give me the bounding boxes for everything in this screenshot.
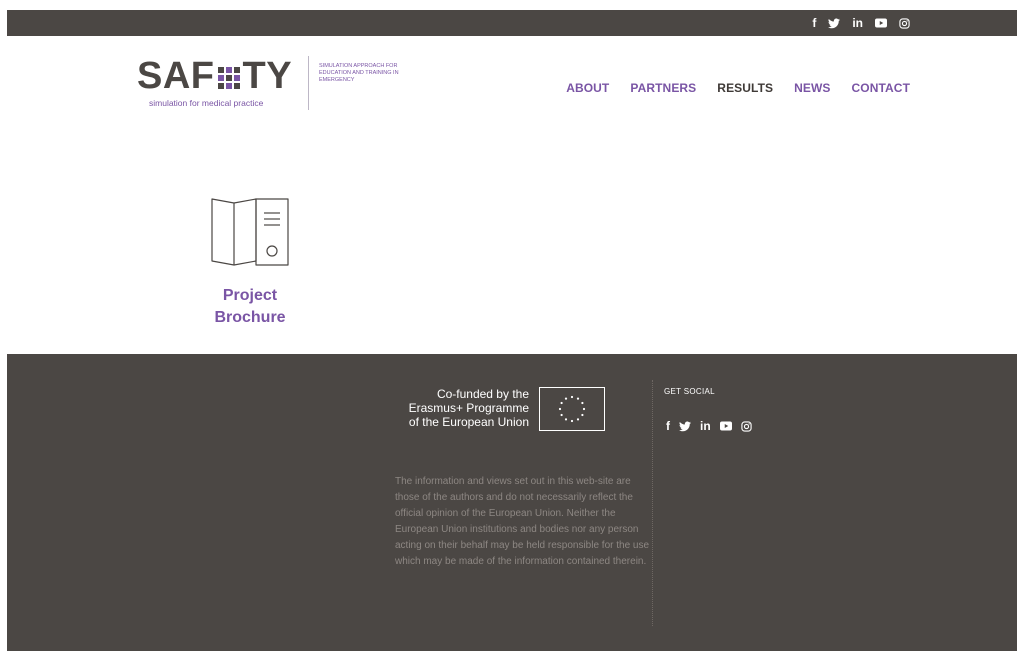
cofund-line2: Erasmus+ Programme <box>408 401 529 415</box>
logo-letters-right: TY <box>242 55 293 97</box>
logo-wordmark: SAF TY <box>137 55 293 97</box>
logo[interactable]: SAF TY simulation for medical practice <box>137 55 317 114</box>
nav-contact[interactable]: CONTACT <box>852 81 910 95</box>
cofund-line3: of the European Union <box>408 415 529 429</box>
nav-about[interactable]: ABOUT <box>566 81 609 95</box>
facebook-icon[interactable]: f <box>812 15 816 31</box>
project-brochure-link[interactable]: Project Brochure <box>180 195 320 329</box>
logo-grid-mark <box>217 67 240 89</box>
site-footer: Co-funded by the Erasmus+ Programme of t… <box>7 354 1017 651</box>
twitter-icon[interactable] <box>828 18 841 29</box>
logo-letters-left: SAF <box>137 55 215 97</box>
linkedin-icon[interactable]: in <box>700 418 711 434</box>
facebook-icon[interactable]: f <box>666 418 670 434</box>
nav-results[interactable]: RESULTS <box>717 81 773 95</box>
logo-subtitle: simulation for medical practice <box>149 98 264 108</box>
instagram-icon[interactable] <box>899 17 910 29</box>
top-social-links: f in <box>812 15 910 31</box>
footer-divider <box>652 380 653 626</box>
youtube-icon[interactable] <box>875 18 887 28</box>
site-header: SAF TY simulation for medical practice S… <box>7 36 1017 126</box>
brochure-icon <box>211 198 289 266</box>
linkedin-icon[interactable]: in <box>852 15 863 31</box>
instagram-icon[interactable] <box>741 420 752 432</box>
logo-divider <box>308 56 309 110</box>
cofunded-text: Co-funded by the Erasmus+ Programme of t… <box>394 387 529 429</box>
top-bar: f in <box>7 10 1017 36</box>
main-nav: ABOUT PARTNERS RESULTS NEWS CONTACT <box>566 81 910 95</box>
cofund-line1: Co-funded by the <box>436 387 529 401</box>
footer-social-links: f in <box>666 418 752 434</box>
youtube-icon[interactable] <box>719 421 732 431</box>
brochure-title-line1: Project <box>222 287 278 304</box>
get-social-heading: GET SOCIAL <box>664 387 715 396</box>
brochure-title: Project Brochure <box>180 285 320 329</box>
eu-disclaimer: The information and views set out in thi… <box>395 476 650 567</box>
twitter-icon[interactable] <box>679 421 691 432</box>
brochure-title-line2: Brochure <box>214 309 286 326</box>
nav-news[interactable]: NEWS <box>794 81 830 95</box>
eu-flag-logo <box>539 387 605 431</box>
nav-partners[interactable]: PARTNERS <box>630 81 696 95</box>
logo-tagline: SIMULATION APPROACH FOR EDUCATION AND TR… <box>319 63 399 83</box>
